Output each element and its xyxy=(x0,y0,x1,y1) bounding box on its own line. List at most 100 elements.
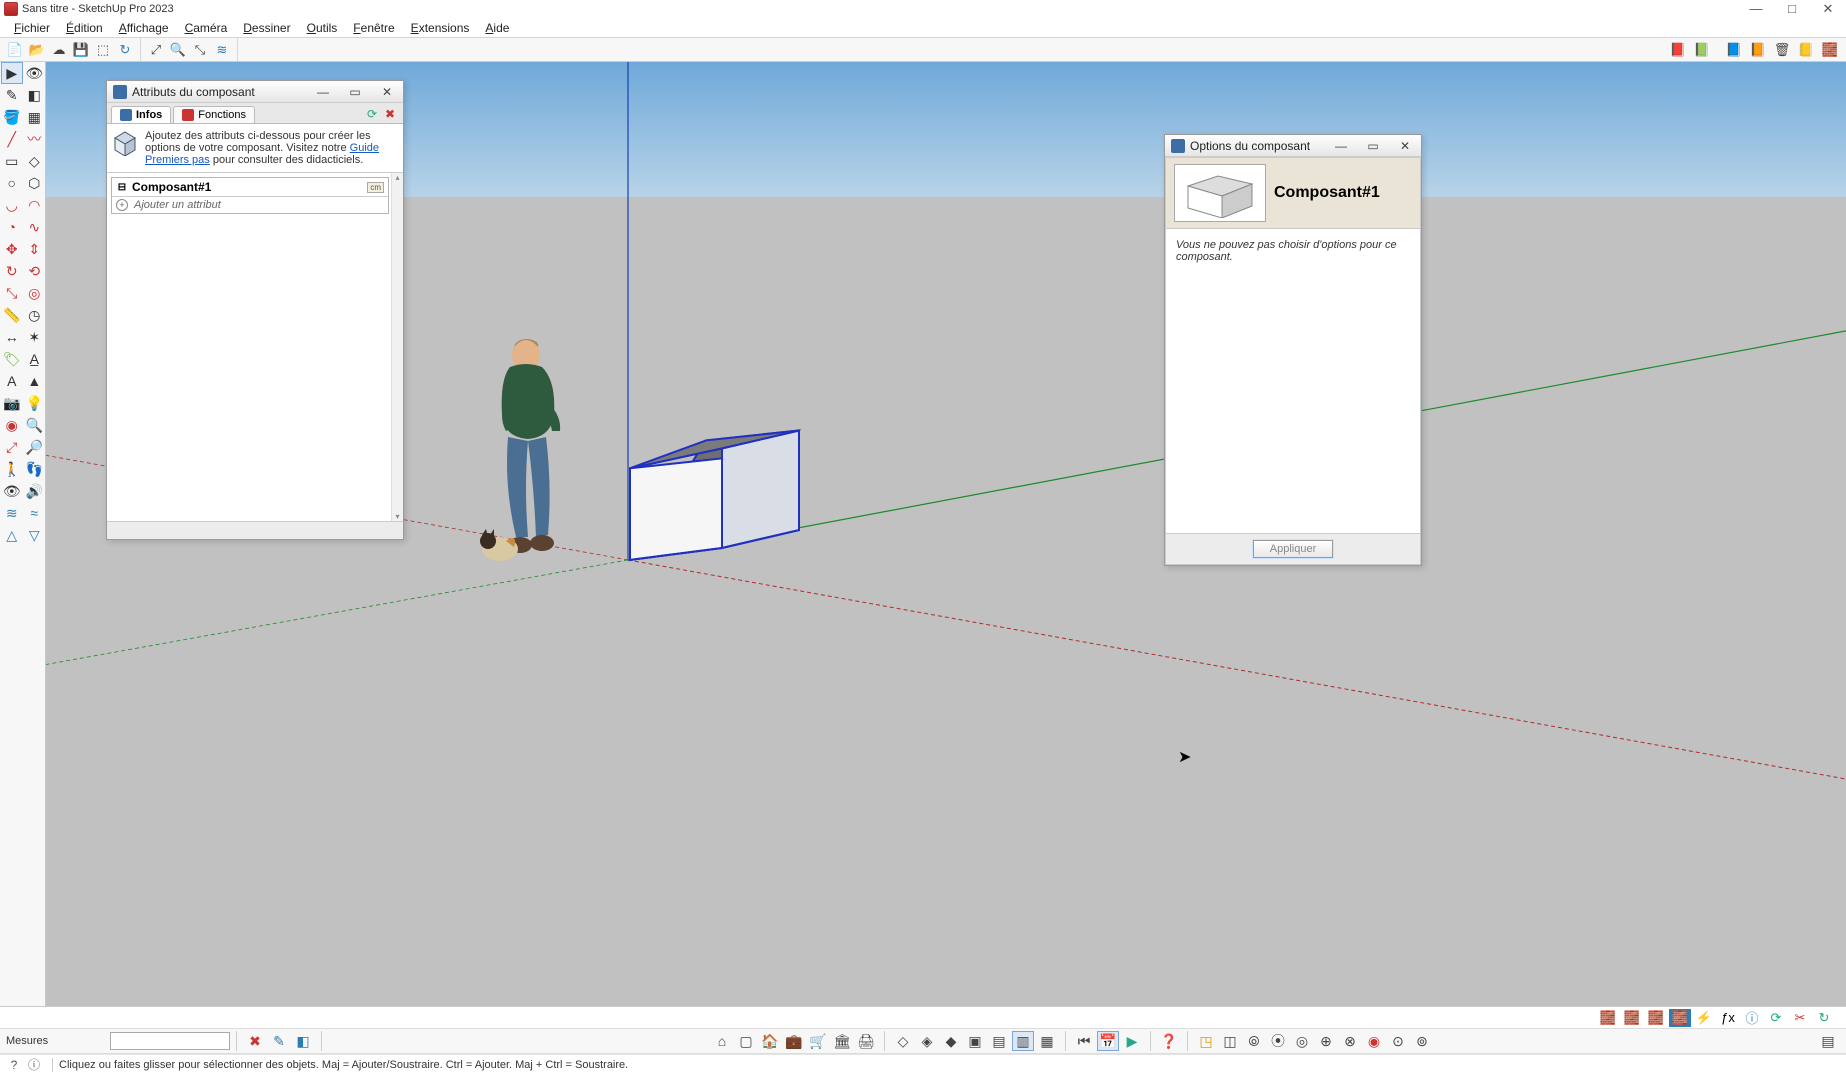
attr-scrollbar[interactable] xyxy=(391,173,403,521)
attr-panel-max-button[interactable]: ▭ xyxy=(339,85,371,99)
3d-warehouse-icon[interactable]: ⬚ xyxy=(93,40,113,60)
dc-icon-1[interactable]: 🧱 xyxy=(1597,1009,1619,1027)
mb-style2-icon[interactable]: ◈ xyxy=(916,1031,938,1051)
attr-panel-close-button[interactable]: ✕ xyxy=(371,85,403,99)
mb-house3-icon[interactable]: 🏛 xyxy=(831,1031,853,1051)
layers-icon[interactable]: ≋ xyxy=(212,40,232,60)
window-close-button[interactable]: ✕ xyxy=(1810,0,1846,18)
opt-panel-max-button[interactable]: ▭ xyxy=(1357,139,1389,153)
move-tool-icon[interactable]: ✥ xyxy=(1,238,23,260)
mb-g-icon-9[interactable]: ⊙ xyxy=(1387,1031,1409,1051)
attr-tab-functions[interactable]: Fonctions xyxy=(173,106,255,123)
mb-nav3-icon[interactable]: ▶ xyxy=(1121,1031,1143,1051)
zoom-tool-icon[interactable]: 🔍 xyxy=(24,414,46,436)
3dtext-tool-icon[interactable]: A xyxy=(1,370,23,392)
axis-tool-icon[interactable]: ✶ xyxy=(24,326,46,348)
dimension-tool-icon[interactable]: ↔ xyxy=(1,326,23,348)
add-attribute-row[interactable]: + Ajouter un attribut xyxy=(112,197,388,213)
mb-style6-icon[interactable]: ▥ xyxy=(1012,1031,1034,1051)
new-file-icon[interactable]: 📄 xyxy=(5,40,25,60)
mb-icon-3[interactable]: ◧ xyxy=(292,1031,314,1051)
component-options-panel[interactable]: Options du composant — ▭ ✕ xyxy=(1164,134,1422,566)
panel-icon-2[interactable]: 📗 xyxy=(1691,40,1713,60)
refresh-icon[interactable]: ↻ xyxy=(115,40,135,60)
followme-tool-icon[interactable]: ⟲ xyxy=(24,260,46,282)
window-maximize-button[interactable]: □ xyxy=(1774,0,1810,18)
pie-tool-icon[interactable]: ◔ xyxy=(1,216,23,238)
mb-help-icon[interactable]: ❓ xyxy=(1158,1031,1180,1051)
opt-panel-close-button[interactable]: ✕ xyxy=(1389,139,1421,153)
panel-icon-5[interactable]: 🗑 xyxy=(1771,40,1793,60)
walk2-tool-icon[interactable]: 🚶 xyxy=(1,458,23,480)
mb-house2-icon[interactable]: 🏠 xyxy=(759,1031,781,1051)
freehand-tool-icon[interactable]: 〰 xyxy=(24,128,46,150)
dc-icon-5[interactable]: ⚡ xyxy=(1693,1009,1715,1027)
component-attributes-panel[interactable]: Attributs du composant — ▭ ✕ Infos Fonct… xyxy=(106,80,404,540)
mb-box-icon[interactable]: ▢ xyxy=(735,1031,757,1051)
tag-tool-icon[interactable]: 🏷 xyxy=(1,348,23,370)
dc-icon-9[interactable]: ✂ xyxy=(1789,1009,1811,1027)
menu-dessiner[interactable]: Dessiner xyxy=(235,19,298,37)
position-camera-icon[interactable]: 📷 xyxy=(1,392,23,414)
window-minimize-button[interactable]: — xyxy=(1738,0,1774,18)
rotated-rect-tool-icon[interactable]: ◇ xyxy=(24,150,46,172)
zoom-window-icon[interactable]: 🔍 xyxy=(168,40,188,60)
panel-icon-6[interactable]: 📒 xyxy=(1795,40,1817,60)
select-tool-icon[interactable]: ▶ xyxy=(1,62,23,84)
status-info-icon[interactable]: ⓘ xyxy=(26,1057,42,1073)
menu-fenetre[interactable]: Fenêtre xyxy=(345,19,402,37)
mb-cart-icon[interactable]: 🛒 xyxy=(807,1031,829,1051)
sandbox1-icon[interactable]: ≋ xyxy=(1,502,23,524)
text-tool-icon[interactable]: A̲ xyxy=(24,348,46,370)
menu-outils[interactable]: Outils xyxy=(299,19,346,37)
protractor-tool-icon[interactable]: ◷ xyxy=(24,304,46,326)
attr-clear-button[interactable]: ✖ xyxy=(381,106,399,122)
rotate-tool-icon[interactable]: ↻ xyxy=(1,260,23,282)
pan-tool-icon[interactable]: 🔊 xyxy=(24,480,46,502)
texture-tool-icon[interactable]: ▦ xyxy=(24,106,46,128)
menu-edition[interactable]: Édition xyxy=(58,19,111,37)
menu-affichage[interactable]: Affichage xyxy=(111,19,177,37)
mb-icon-1[interactable]: ✖ xyxy=(244,1031,266,1051)
opt-panel-header[interactable]: Options du composant — ▭ ✕ xyxy=(1165,135,1421,157)
measures-input[interactable] xyxy=(110,1032,230,1050)
dc-icon-3[interactable]: 🧱 xyxy=(1645,1009,1667,1027)
dc-icon-8[interactable]: ⟳ xyxy=(1765,1009,1787,1027)
orbit-tool-icon[interactable]: 👁 xyxy=(24,62,46,84)
zoom-icon[interactable]: ⤡ xyxy=(190,40,210,60)
zoom-window2-icon[interactable]: 🔎 xyxy=(24,436,46,458)
panel-icon-3[interactable]: 📘 xyxy=(1723,40,1745,60)
paint-tool-icon[interactable]: 🪣 xyxy=(1,106,23,128)
zoom-extents-icon[interactable]: ⤢ xyxy=(146,40,166,60)
mb-style7-icon[interactable]: ▦ xyxy=(1036,1031,1058,1051)
circle-tool-icon[interactable]: ○ xyxy=(1,172,23,194)
orbit2-tool-icon[interactable]: 👁 xyxy=(1,480,23,502)
model-viewport[interactable]: Attributs du composant — ▭ ✕ Infos Fonct… xyxy=(46,62,1846,1028)
eraser-tool-icon[interactable]: ◧ xyxy=(24,84,46,106)
sandbox4-icon[interactable]: ▽ xyxy=(24,524,46,546)
dc-icon-7[interactable]: ⓘ xyxy=(1741,1009,1763,1027)
opt-panel-min-button[interactable]: — xyxy=(1325,139,1357,153)
opt-apply-button[interactable]: Appliquer xyxy=(1253,540,1333,558)
mb-house1-icon[interactable]: ⌂ xyxy=(711,1031,733,1051)
menu-fichier[interactable]: Fichier xyxy=(6,19,58,37)
zoom-extents2-icon[interactable]: ⤢ xyxy=(1,436,23,458)
mb-g-icon-6[interactable]: ⊕ xyxy=(1315,1031,1337,1051)
bezier-tool-icon[interactable]: ∿ xyxy=(24,216,46,238)
mb-tail-icon[interactable]: ▤ xyxy=(1817,1031,1839,1051)
attr-panel-min-button[interactable]: — xyxy=(307,85,339,99)
section-tool-icon[interactable]: ▲ xyxy=(24,370,46,392)
walk-tool-icon[interactable]: 💡 xyxy=(24,392,46,414)
mb-style5-icon[interactable]: ▤ xyxy=(988,1031,1010,1051)
dc-icon-4[interactable]: 🧱 xyxy=(1669,1009,1691,1027)
mb-g-icon-3[interactable]: ⦾ xyxy=(1243,1031,1265,1051)
mb-icon-2[interactable]: ✎ xyxy=(268,1031,290,1051)
dc-icon-10[interactable]: ↻ xyxy=(1813,1009,1835,1027)
scale-tool-icon[interactable]: ⤡ xyxy=(1,282,23,304)
sandbox3-icon[interactable]: △ xyxy=(1,524,23,546)
attr-refresh-button[interactable]: ⟳ xyxy=(363,106,381,122)
menu-extensions[interactable]: Extensions xyxy=(403,19,478,37)
status-help-icon[interactable]: ? xyxy=(6,1057,22,1073)
mb-g-icon-8[interactable]: ◉ xyxy=(1363,1031,1385,1051)
panel-icon-1[interactable]: 📕 xyxy=(1667,40,1689,60)
